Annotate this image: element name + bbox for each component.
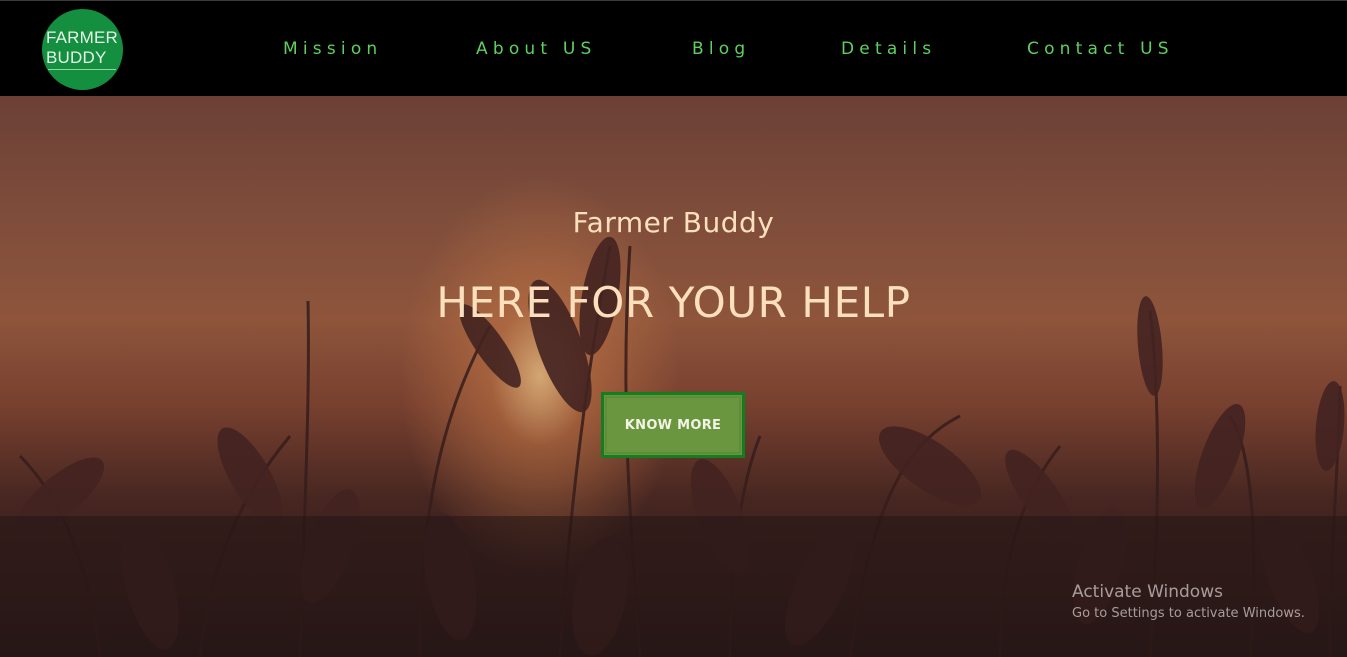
nav-link-details[interactable]: Details [841,39,936,59]
nav-link-blog[interactable]: Blog [692,39,750,59]
nav-link-mission[interactable]: Mission [283,39,382,59]
hero-section: Farmer Buddy HERE FOR YOUR HELP KNOW MOR… [0,96,1347,657]
hero-subtitle: Farmer Buddy [572,206,775,239]
know-more-button[interactable]: KNOW MORE [601,392,745,458]
hero-dark-overlay [0,96,1347,657]
logo-underline [48,69,116,70]
logo-line-1: FARMER [46,28,119,47]
landing-page: FARMER BUDDY Mission About US Blog Detai… [0,0,1347,657]
nav-link-about-us[interactable]: About US [476,39,597,59]
hero-headline: HERE FOR YOUR HELP [436,278,911,327]
top-navbar: FARMER BUDDY Mission About US Blog Detai… [0,0,1347,96]
watermark-subtitle: Go to Settings to activate Windows. [1072,606,1305,621]
logo-line-2: BUDDY [46,48,107,67]
watermark-title: Activate Windows [1072,582,1223,602]
brand-logo[interactable]: FARMER BUDDY [42,9,123,90]
windows-activation-watermark: Activate Windows Go to Settings to activ… [1072,582,1305,621]
nav-link-contact-us[interactable]: Contact US [1027,39,1174,59]
